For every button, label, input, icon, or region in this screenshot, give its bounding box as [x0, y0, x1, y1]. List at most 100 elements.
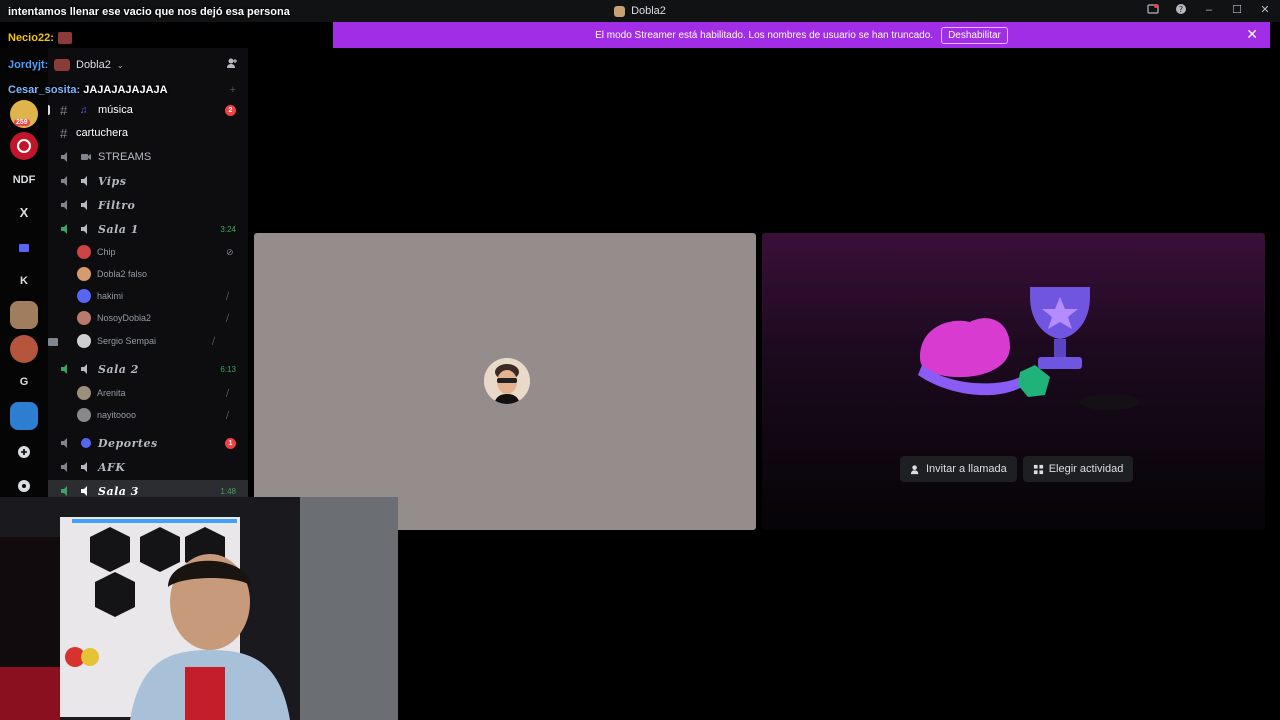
voice-user-name: hakimi [97, 291, 124, 301]
avatar [77, 386, 91, 400]
server-item-folder[interactable] [10, 234, 38, 262]
voice-user[interactable]: Sergio Sempai ⧸ [48, 331, 248, 351]
speaker-icon [81, 462, 87, 472]
maximize-icon[interactable]: ☐ [1230, 3, 1244, 17]
activity-icon [1033, 464, 1043, 474]
close-window-icon[interactable]: ✕ [1258, 3, 1272, 17]
voice-user-name: Chip [97, 247, 116, 257]
discover-button[interactable] [10, 472, 38, 500]
channel-cartuchera[interactable]: # cartuchera [48, 122, 248, 144]
channel-deportes[interactable]: Deportes 1 [48, 432, 248, 454]
speaker-icon [61, 200, 67, 210]
avatar [77, 267, 91, 281]
channel-sala-2[interactable]: Sala 2 6:13 [48, 358, 248, 380]
server-item-spider[interactable] [10, 132, 38, 160]
channel-label: STREAMS [98, 151, 152, 163]
muted-icon: ⧸ [226, 388, 230, 398]
guild-header[interactable]: Dobla2 ⌄ [48, 54, 248, 76]
server-item-g[interactable]: G [10, 368, 38, 396]
speaker-icon [81, 176, 87, 186]
voice-user[interactable]: Dobla2 falso [48, 264, 248, 284]
channel-filtro[interactable]: Filtro [48, 194, 248, 216]
streamer-mode-message: El modo Streamer está habilitado. Los no… [595, 29, 934, 41]
server-item-ndf[interactable]: NDF [10, 166, 38, 194]
channel-streams[interactable]: STREAMS [48, 146, 248, 168]
voice-participant-tile[interactable] [254, 233, 756, 530]
chat-username: Necio22: [8, 32, 54, 44]
server-item-img2[interactable] [10, 335, 38, 363]
chevron-down-icon: ⌄ [116, 60, 124, 70]
streamer-webcam [0, 497, 398, 720]
channel-label: cartuchera [76, 127, 128, 139]
speaker-icon [81, 486, 87, 496]
guild-name: Dobla2 [76, 59, 111, 71]
spider-icon [17, 139, 31, 153]
server-item-img1[interactable] [10, 301, 38, 329]
voice-user-name: Arenita [97, 388, 126, 398]
server-item-k[interactable]: K [10, 267, 38, 295]
channel-vips[interactable]: Vips [48, 170, 248, 192]
app-root: Dobla2 ? – ☐ ✕ El modo Streamer está hab… [0, 0, 1280, 720]
choose-activity-button[interactable]: Elegir actividad [1022, 456, 1134, 482]
channel-timer: 1:48 [220, 486, 236, 496]
server-badge: 259 [14, 119, 30, 126]
window-title-text: Dobla2 [631, 5, 666, 17]
trophy-illustration [918, 287, 1140, 410]
server-rail: 259 NDF X K G [0, 48, 48, 498]
voice-user[interactable]: Chip ⊘ [48, 242, 248, 262]
disable-streamer-mode-button[interactable]: Deshabilitar [941, 26, 1008, 44]
video-icon [81, 154, 91, 160]
streaming-icon: ⊘ [226, 247, 234, 257]
voice-user[interactable]: nayitoooo ⧸ [48, 405, 248, 425]
add-member-icon[interactable] [226, 57, 238, 69]
svg-text:?: ? [1179, 5, 1183, 14]
add-server-button[interactable] [10, 438, 38, 466]
voice-user-name: Sergio Sempai [97, 336, 157, 346]
add-user-icon [910, 464, 919, 474]
channel-label: Sala 3 [98, 484, 139, 498]
channel-sala-3[interactable]: Sala 3 1:48 [48, 480, 248, 498]
inbox-icon[interactable] [1146, 3, 1160, 17]
channel-label: Deportes [98, 436, 158, 450]
help-icon[interactable]: ? [1174, 3, 1188, 17]
channel-label: Filtro [98, 198, 136, 212]
camera-icon [48, 338, 58, 346]
channel-musica[interactable]: # ♫ música 2 [48, 99, 248, 121]
server-icon [614, 5, 626, 17]
channel-timer: 3:24 [220, 224, 236, 234]
activity-label: Elegir actividad [1048, 463, 1124, 475]
server-item-x[interactable]: X [10, 198, 38, 226]
muted-icon: ⧸ [226, 291, 230, 301]
server-item-img3[interactable] [10, 402, 38, 430]
speaker-icon [61, 176, 67, 186]
window-controls: ? – ☐ ✕ [1146, 3, 1272, 17]
speaker-icon [61, 438, 67, 448]
mention-badge: 2 [225, 104, 236, 116]
add-channel-icon[interactable]: + [230, 84, 236, 96]
channel-sala-1[interactable]: Sala 1 3:24 [48, 218, 248, 240]
minimize-icon[interactable]: – [1202, 3, 1216, 17]
server-item-1[interactable]: 259 [10, 100, 38, 128]
avatar [77, 245, 91, 259]
speaker-active-icon [61, 364, 67, 374]
unread-indicator [48, 105, 50, 115]
muted-icon: ⧸ [226, 313, 230, 323]
window-title: Dobla2 [614, 5, 666, 17]
plus-icon [18, 446, 30, 458]
close-banner-icon[interactable]: ✕ [1246, 27, 1258, 41]
speaker-active-icon [61, 486, 67, 496]
muted-icon: ⧸ [212, 336, 216, 346]
voice-user[interactable]: Arenita ⧸ [48, 383, 248, 403]
globe-icon [81, 438, 91, 448]
channel-label: Sala 2 [98, 362, 139, 376]
participant-avatar [484, 358, 530, 404]
speaker-icon [81, 224, 87, 234]
channel-afk[interactable]: AFK [48, 456, 248, 478]
channel-label: Vips [98, 174, 127, 188]
activity-tile: Invitar a llamada Elegir actividad [762, 233, 1265, 530]
voice-user[interactable]: NosoyDobla2 ⧸ [48, 308, 248, 328]
voice-user[interactable]: hakimi ⧸ [48, 286, 248, 306]
call-actions: Invitar a llamada Elegir actividad [900, 456, 1134, 482]
streamer-mode-banner: El modo Streamer está habilitado. Los no… [333, 22, 1270, 48]
invite-to-call-button[interactable]: Invitar a llamada [900, 456, 1017, 482]
